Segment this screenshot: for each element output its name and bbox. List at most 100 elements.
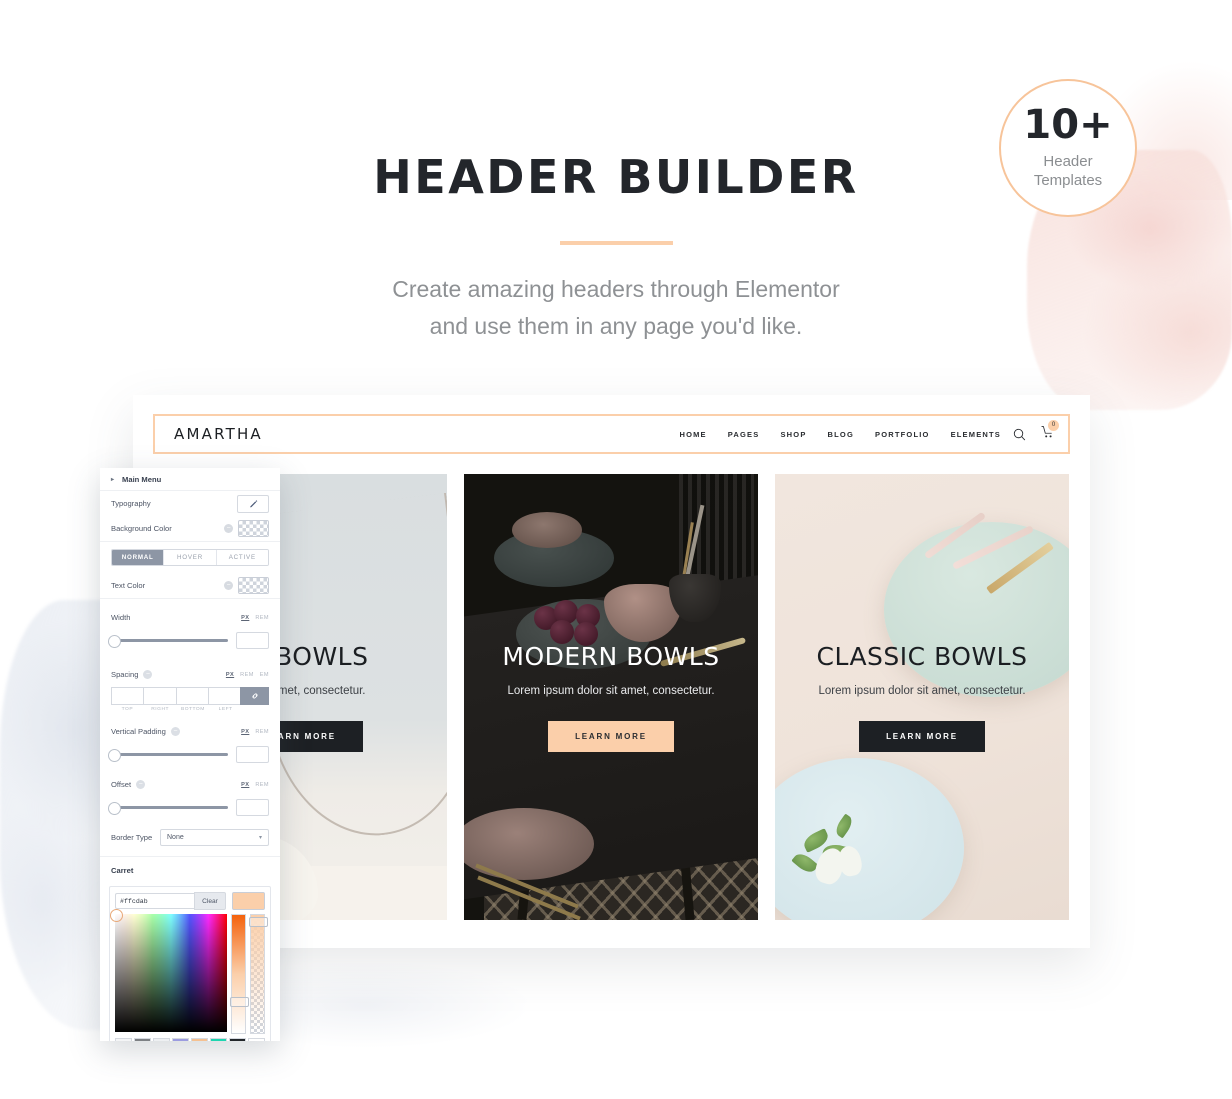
nav-icon-group: 0: [1013, 419, 1059, 444]
link-icon[interactable]: [240, 687, 269, 705]
spacing-label-bottom: BOTTOM: [180, 707, 205, 712]
swatch-1[interactable]: [115, 1038, 132, 1041]
color-picker-body: [110, 909, 268, 1034]
carret-label: Carret: [111, 865, 134, 875]
spacing-reset-icon[interactable]: −: [143, 670, 153, 679]
background-color-reset-icon[interactable]: −: [224, 524, 233, 533]
width-unit-rem[interactable]: REM: [255, 615, 269, 621]
chevron-down-icon: ▾: [258, 835, 262, 841]
nav-item-home[interactable]: HOME: [679, 430, 706, 439]
site-logo[interactable]: AMARTHA: [174, 425, 263, 443]
hue-slider[interactable]: [230, 914, 249, 1034]
offset-units: PX REM: [241, 782, 269, 788]
nav-item-portfolio[interactable]: PORTFOLIO: [875, 430, 930, 439]
cart-icon[interactable]: 0: [1040, 419, 1059, 444]
alpha-slider-handle[interactable]: [249, 917, 268, 927]
spacing-input-bottom[interactable]: [175, 687, 208, 705]
typography-row: Typography: [100, 491, 280, 516]
vertical-padding-unit-px[interactable]: PX: [241, 729, 249, 735]
card-classic-bowls[interactable]: CLASSIC BOWLS Lorem ipsum dolor sit amet…: [775, 474, 1069, 920]
card-modern-bowls[interactable]: MODERN BOWLS Lorem ipsum dolor sit amet,…: [464, 474, 758, 920]
card2-subtitle: Lorem ipsum dolor sit amet, consectetur.: [507, 685, 715, 697]
width-value-input[interactable]: [236, 632, 269, 649]
offset-value-input[interactable]: [236, 799, 269, 816]
saturation-value-area[interactable]: [110, 909, 227, 1032]
search-icon[interactable]: [1013, 428, 1026, 441]
text-color-reset-icon[interactable]: −: [224, 581, 233, 590]
width-slider-row: [100, 630, 280, 658]
nav-item-blog[interactable]: BLOG: [828, 430, 854, 439]
state-tabs: NORMAL HOVER ACTIVE: [111, 549, 269, 566]
alpha-slider[interactable]: [249, 914, 268, 1034]
vertical-padding-row: Vertical Padding − PX REM: [100, 719, 280, 744]
swatch-5[interactable]: [191, 1038, 208, 1041]
width-label: Width: [111, 613, 131, 622]
panel-section-title: Main Menu: [122, 474, 162, 484]
card3-learn-more-button[interactable]: LEARN MORE: [859, 721, 985, 752]
vertical-padding-slider-row: [100, 744, 280, 772]
nav-item-pages[interactable]: PAGES: [728, 430, 760, 439]
offset-slider-row: [100, 797, 280, 825]
swatch-3[interactable]: [153, 1038, 170, 1041]
carret-section-header[interactable]: Carret: [100, 860, 280, 880]
border-type-value: None: [167, 834, 184, 841]
offset-slider[interactable]: [108, 802, 228, 815]
nav-item-elements[interactable]: ELEMENTS: [951, 430, 1001, 439]
offset-slider-handle[interactable]: [108, 802, 121, 815]
width-slider[interactable]: [108, 635, 228, 648]
site-navbar: AMARTHA HOME PAGES SHOP BLOG PORTFOLIO E…: [153, 414, 1070, 454]
spacing-unit-em[interactable]: EM: [260, 672, 269, 678]
width-units: PX REM: [241, 615, 269, 621]
vertical-padding-unit-rem[interactable]: REM: [255, 729, 269, 735]
swatch-4[interactable]: [172, 1038, 189, 1041]
border-type-row: Border Type None ▾: [100, 825, 280, 857]
tab-active[interactable]: ACTIVE: [216, 550, 268, 565]
tab-hover[interactable]: HOVER: [164, 550, 217, 565]
background-color-row: Background Color −: [100, 516, 280, 542]
swatch-6[interactable]: [210, 1038, 227, 1041]
background-color-swatch[interactable]: [238, 520, 269, 537]
spacing-input-top[interactable]: [111, 687, 144, 705]
offset-row: Offset − PX REM: [100, 772, 280, 797]
text-color-label: Text Color: [111, 581, 146, 590]
typography-edit-button[interactable]: [237, 494, 269, 513]
offset-unit-rem[interactable]: REM: [255, 782, 269, 788]
border-type-select[interactable]: None ▾: [160, 829, 269, 846]
width-slider-handle[interactable]: [108, 635, 121, 648]
spacing-unit-rem[interactable]: REM: [240, 672, 254, 678]
offset-reset-icon[interactable]: −: [136, 780, 146, 789]
hero-subtitle-line2: and use them in any page you'd like.: [429, 313, 803, 340]
vertical-padding-slider-handle[interactable]: [108, 749, 121, 762]
offset-unit-px[interactable]: PX: [241, 782, 249, 788]
card2-title: MODERN BOWLS: [502, 642, 720, 671]
swatch-7[interactable]: [229, 1038, 246, 1041]
vertical-padding-value-input[interactable]: [236, 746, 269, 763]
swatch-8[interactable]: [248, 1038, 265, 1041]
panel-section-header[interactable]: ▸ Main Menu: [100, 468, 280, 491]
vertical-padding-slider[interactable]: [108, 749, 228, 762]
clear-button[interactable]: Clear: [194, 892, 226, 910]
tab-normal[interactable]: NORMAL: [112, 550, 165, 565]
spacing-input-left[interactable]: [207, 687, 240, 705]
swatch-2[interactable]: [134, 1038, 151, 1041]
spacing-inputs: [111, 687, 269, 705]
badge-line2: Templates: [1033, 172, 1103, 189]
spacing-side-labels: TOP RIGHT BOTTOM LEFT: [111, 707, 269, 712]
hex-input[interactable]: #ffcdab: [115, 893, 194, 909]
text-color-swatch[interactable]: [238, 577, 269, 594]
saturation-cursor[interactable]: [110, 909, 123, 922]
width-unit-px[interactable]: PX: [241, 615, 249, 621]
color-picker-top-row: #ffcdab Clear: [115, 892, 265, 910]
nav-item-shop[interactable]: SHOP: [780, 430, 806, 439]
spacing-input-right[interactable]: [143, 687, 176, 705]
spacing-unit-px[interactable]: PX: [226, 672, 234, 678]
width-row: Width PX REM: [100, 599, 280, 630]
color-picker: #ffcdab Clear: [109, 886, 271, 1041]
color-preview-swatch: [232, 892, 265, 910]
color-swatch-row: [115, 1038, 265, 1041]
card2-learn-more-button[interactable]: LEARN MORE: [548, 721, 674, 752]
vertical-padding-reset-icon[interactable]: −: [170, 727, 180, 736]
chevron-right-icon: ▸: [111, 476, 115, 483]
offset-label: Offset: [111, 780, 132, 789]
hue-slider-handle[interactable]: [230, 997, 249, 1007]
